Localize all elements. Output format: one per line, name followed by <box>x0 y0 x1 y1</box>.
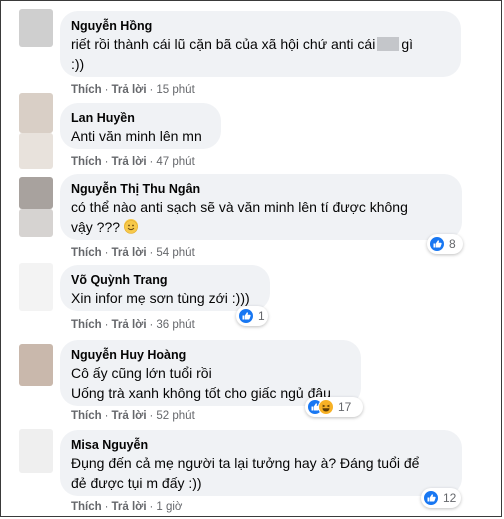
avatar[interactable] <box>19 93 53 133</box>
avatar[interactable] <box>19 344 53 386</box>
avatar-lower <box>19 133 53 169</box>
like-link[interactable]: Thích <box>71 501 102 513</box>
timestamp[interactable]: 47 phút <box>156 156 194 168</box>
avatar[interactable] <box>19 9 53 47</box>
avatar[interactable] <box>19 263 53 311</box>
reaction-summary[interactable]: 17 <box>305 397 363 417</box>
reply-link[interactable]: Trả lời <box>112 319 147 331</box>
comment-actions: Thích · Trả lời · 36 phút <box>71 319 195 331</box>
comment-actions: Thích · Trả lời · 52 phút <box>71 410 195 422</box>
comment-bubble: Võ Quỳnh Trang Xin infor mẹ sơn tùng zới… <box>60 265 270 311</box>
comment-text-line: Đụng đến cả mẹ người ta lại tưởng hay à?… <box>71 455 420 471</box>
commenter-name[interactable]: Nguyễn Thị Thu Ngân <box>71 181 450 197</box>
reply-link[interactable]: Trả lời <box>112 501 147 513</box>
timestamp[interactable]: 36 phút <box>156 319 194 331</box>
avatar[interactable] <box>19 429 53 473</box>
comment-text-line: có thể nào anti sạch sẽ và văn minh lên … <box>71 199 408 215</box>
comment-bubble: Lan Huyền Anti văn minh lên mn <box>60 103 221 149</box>
reaction-summary[interactable]: 1 <box>236 306 268 326</box>
reaction-summary[interactable]: 12 <box>421 488 461 508</box>
comment-actions: Thích · Trả lời · 1 giờ <box>71 501 183 513</box>
comment-text-line: Cô ấy cũng lớn tuổi rồi <box>71 365 212 381</box>
commenter-name[interactable]: Lan Huyền <box>71 110 209 126</box>
comment-text-line: vậy ??? <box>71 217 450 237</box>
reply-link[interactable]: Trả lời <box>112 156 147 168</box>
haha-icon <box>318 399 334 415</box>
comment-text-line: Anti văn minh lên mn <box>71 128 202 144</box>
avatar[interactable] <box>19 177 53 209</box>
reply-link[interactable]: Trả lời <box>112 84 147 96</box>
commenter-name[interactable]: Misa Nguyễn <box>71 437 450 453</box>
comment-actions: Thích · Trả lời · 47 phút <box>71 156 195 168</box>
smile-emoji-icon <box>123 219 138 234</box>
reply-link[interactable]: Trả lời <box>112 247 147 259</box>
commenter-name[interactable]: Nguyễn Hồng <box>71 18 449 34</box>
like-link[interactable]: Thích <box>71 410 102 422</box>
like-icon <box>423 490 439 506</box>
like-link[interactable]: Thích <box>71 84 102 96</box>
comment-text-line: Xin infor mẹ sơn tùng zới :))) <box>71 290 250 306</box>
screenshot-frame: Nguyễn Hồng riết rồi thành cái lũ cặn bã… <box>0 0 502 517</box>
comment-text-line: riết rồi thành cái lũ cặn bã của xã hội … <box>71 36 414 52</box>
avatar-lower <box>19 209 53 237</box>
comment-text-line: đẻ được tụi m đấy :)) <box>71 475 202 491</box>
comment-bubble: Nguyễn Thị Thu Ngân có thể nào anti sạch… <box>60 174 462 240</box>
like-icon <box>238 308 254 324</box>
commenter-name[interactable]: Võ Quỳnh Trang <box>71 272 258 288</box>
timestamp[interactable]: 52 phút <box>156 410 194 422</box>
like-link[interactable]: Thích <box>71 319 102 331</box>
comment-actions: Thích · Trả lời · 54 phút <box>71 247 195 259</box>
reaction-count: 8 <box>449 237 456 251</box>
timestamp[interactable]: 54 phút <box>156 247 194 259</box>
like-link[interactable]: Thích <box>71 247 102 259</box>
timestamp[interactable]: 1 giờ <box>156 501 182 513</box>
reaction-summary[interactable]: 8 <box>427 234 463 254</box>
reply-link[interactable]: Trả lời <box>112 410 147 422</box>
comment-text-line: :)) <box>71 56 85 72</box>
timestamp[interactable]: 15 phút <box>156 84 194 96</box>
like-link[interactable]: Thích <box>71 156 102 168</box>
comment-bubble: Nguyễn Hồng riết rồi thành cái lũ cặn bã… <box>60 11 461 77</box>
comment-actions: Thích · Trả lời · 15 phút <box>71 84 195 96</box>
like-icon <box>429 236 445 252</box>
comment-bubble: Misa Nguyễn Đụng đến cả mẹ người ta lại … <box>60 430 462 496</box>
redacted-blur <box>377 37 400 51</box>
commenter-name[interactable]: Nguyễn Huy Hoàng <box>71 347 349 363</box>
reaction-count: 1 <box>258 309 265 323</box>
reaction-count: 12 <box>443 491 457 505</box>
reaction-count: 17 <box>338 400 352 414</box>
